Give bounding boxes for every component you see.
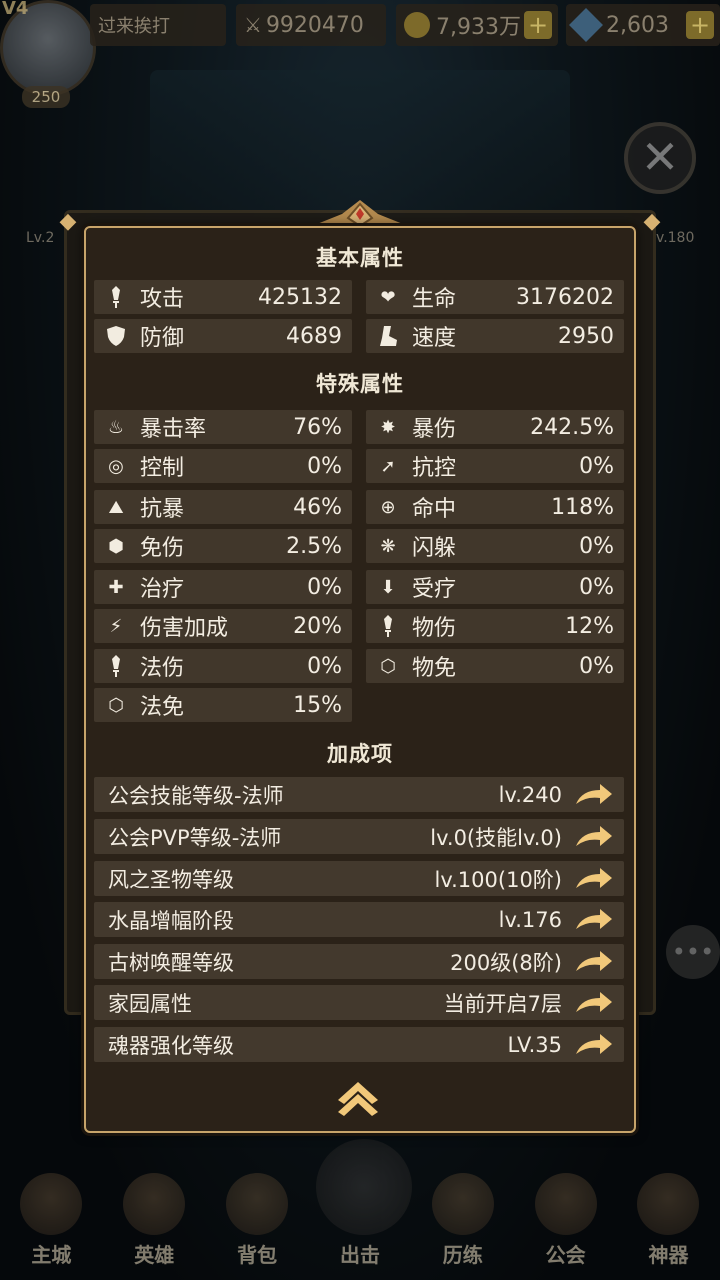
shield-icon (104, 324, 128, 348)
attribute-panel: 基本属性 攻击 425132 ❤ 生命 3176202 防御 4689 速度 2… (84, 226, 636, 1133)
dodge-icon: ❋ (380, 535, 396, 557)
corner-ornament-icon: ◆ (59, 209, 77, 234)
gold-value: 7,933万 (436, 15, 521, 40)
power-value: 9920470 (265, 12, 364, 38)
crit-resist-icon: ⛰ (108, 496, 124, 518)
goto-arrow-icon[interactable] (574, 782, 614, 808)
goto-arrow-icon[interactable] (574, 1032, 614, 1058)
stat-row: ✸ 暴伤 242.5% (366, 410, 624, 444)
bonus-row[interactable]: 风之圣物等级 lv.100(10阶) (94, 861, 624, 896)
crit-damage-icon: ✸ (380, 416, 396, 438)
backpack-icon (226, 1173, 289, 1235)
goto-arrow-icon[interactable] (574, 949, 614, 975)
add-gem-button[interactable]: + (686, 11, 714, 39)
magic-immunity-icon: ⬡ (108, 694, 124, 716)
close-icon[interactable]: ✕ (624, 122, 696, 194)
physical-damage-icon (376, 614, 400, 638)
bonus-row[interactable]: 公会PVP等级-法师 lv.0(技能lv.0) (94, 819, 624, 854)
bonus-row[interactable]: 家园属性 当前开启7层 (94, 985, 624, 1020)
vip-level: V4 (2, 0, 29, 19)
training-icon (431, 1173, 494, 1235)
swords-icon (315, 1139, 412, 1235)
boot-icon (376, 324, 400, 348)
damage-reduction-icon: ⬢ (108, 535, 124, 557)
special-attributes-title: 特殊属性 (316, 372, 404, 396)
goto-arrow-icon[interactable] (574, 866, 614, 892)
guild-shield-icon (534, 1173, 597, 1235)
sword-icon (104, 285, 128, 309)
nav-backpack[interactable]: 背包 (213, 1173, 301, 1268)
nav-heroes[interactable]: 英雄 (110, 1173, 198, 1268)
accuracy-icon: ⊕ (380, 496, 396, 518)
bonus-row[interactable]: 水晶增幅阶段 lv.176 (94, 902, 624, 937)
bonus-row[interactable]: 公会技能等级-法师 lv.240 (94, 777, 624, 812)
nav-battle[interactable]: 出击 (315, 1139, 412, 1268)
nav-training[interactable]: 历练 (419, 1173, 507, 1268)
left-level-label: Lv.2 (26, 230, 55, 246)
top-hud: V4 250 过来挨打 ⚔ 9920470 7,933万 + 2,603 + (0, 0, 720, 108)
castle-icon (20, 1173, 83, 1235)
magic-damage-icon (104, 654, 128, 678)
stat-row: 物伤 12% (366, 609, 624, 643)
stat-row: ⚡ 伤害加成 20% (94, 609, 352, 643)
stat-row: ⊕ 命中 118% (366, 490, 624, 524)
gem-value: 2,603 (606, 12, 669, 38)
stat-row: ♨ 暴击率 76% (94, 410, 352, 444)
stat-row: ⬡ 法免 15% (94, 688, 352, 722)
heal-icon: ✚ (108, 576, 124, 598)
heal-received-icon: ⬇ (380, 576, 396, 598)
stat-row: ⬇ 受疗 0% (366, 570, 624, 604)
bonus-items-title: 加成项 (327, 742, 393, 766)
nav-guild[interactable]: 公会 (522, 1173, 610, 1268)
add-gold-button[interactable]: + (524, 11, 552, 39)
stat-row: 防御 4689 (94, 319, 352, 353)
crit-rate-icon: ♨ (107, 416, 125, 438)
power-bar: ⚔ 9920470 (236, 4, 386, 46)
player-name-bar: 过来挨打 (90, 4, 226, 46)
stat-row: 法伤 0% (94, 649, 352, 683)
stat-row: ⛰ 抗暴 46% (94, 490, 352, 524)
nav-artifact[interactable]: 神器 (624, 1173, 712, 1268)
damage-bonus-icon: ⚡ (109, 615, 123, 637)
stat-row: ⬢ 免伤 2.5% (94, 529, 352, 563)
player-level-badge: 250 (22, 86, 70, 108)
player-name: 过来挨打 (98, 16, 170, 37)
artifact-icon (637, 1173, 700, 1235)
goto-arrow-icon[interactable] (574, 990, 614, 1016)
stat-row: ❤ 生命 3176202 (366, 280, 624, 314)
stat-row: 攻击 425132 (94, 280, 352, 314)
stat-row: ◎ 控制 0% (94, 449, 352, 483)
chevron-up-icon[interactable] (336, 1080, 380, 1116)
goto-arrow-icon[interactable] (574, 907, 614, 933)
stat-row: ⬡ 物免 0% (366, 649, 624, 683)
basic-attributes-title: 基本属性 (316, 246, 404, 270)
bonus-row[interactable]: 魂器强化等级 LV.35 (94, 1027, 624, 1062)
bottom-nav: 主城 英雄 背包 出击 历练 公会 神器 (0, 1139, 720, 1280)
nav-main-city[interactable]: 主城 (7, 1173, 95, 1268)
gem-icon (569, 8, 603, 42)
gold-coin-icon (404, 12, 430, 38)
heart-icon: ❤ (380, 286, 396, 308)
goto-arrow-icon[interactable] (574, 824, 614, 850)
stat-row: ✚ 治疗 0% (94, 570, 352, 604)
control-icon: ◎ (108, 455, 124, 477)
stat-row: ❋ 闪躲 0% (366, 529, 624, 563)
stat-row: ➚ 抗控 0% (366, 449, 624, 483)
control-resist-icon: ➚ (380, 455, 396, 477)
gem-bar: 2,603 + (566, 4, 720, 46)
stat-row: 速度 2950 (366, 319, 624, 353)
corner-ornament-icon: ◆ (643, 209, 661, 234)
bonus-row[interactable]: 古树唤醒等级 200级(8阶) (94, 944, 624, 979)
chat-icon[interactable]: ••• (666, 925, 720, 979)
crossed-swords-icon: ⚔ (244, 13, 262, 37)
gold-bar: 7,933万 + (396, 4, 558, 46)
crest-ornament-icon (312, 200, 408, 228)
physical-immunity-icon: ⬡ (380, 655, 396, 677)
hero-icon (123, 1173, 186, 1235)
